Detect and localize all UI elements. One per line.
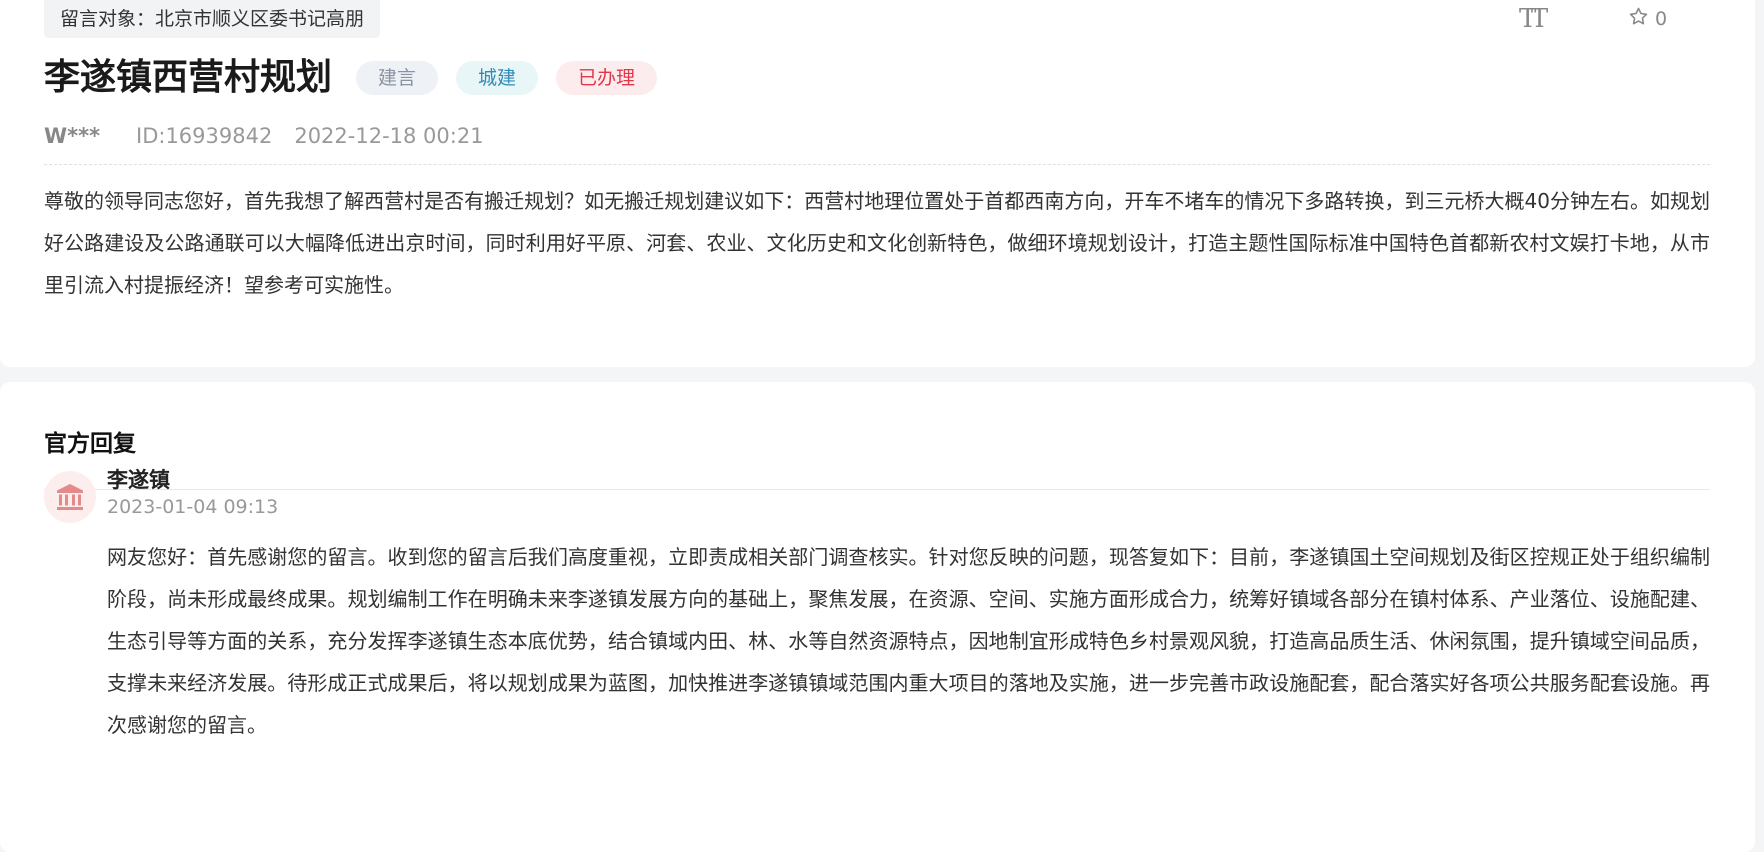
reply-heading: 官方回复 <box>44 431 136 457</box>
official-reply-card: 官方回复 李遂镇 2023-01-04 09:13 网友您好：首先感谢您的留言。… <box>0 382 1755 852</box>
question-card: 留言对象：北京市顺义区委书记高朋 TT 0 李遂镇西营村规划 建言 城建 已办理… <box>0 0 1755 367</box>
reply-org-name: 李遂镇 <box>107 468 170 492</box>
post-time: 2022-12-18 00:21 <box>294 124 484 148</box>
divider <box>44 489 1710 490</box>
message-target-label: 留言对象：北京市顺义区委书记高朋 <box>44 0 381 38</box>
message-id: ID:16939842 <box>136 124 273 148</box>
category-tag: 城建 <box>456 61 539 95</box>
page-title: 李遂镇西营村规划 <box>44 57 333 98</box>
text-size-icon[interactable]: TT <box>1519 4 1555 34</box>
favorite-count: 0 <box>1655 8 1668 30</box>
status-badge: 已办理 <box>556 61 658 95</box>
government-building-icon <box>57 484 83 510</box>
type-tag: 建言 <box>356 61 439 95</box>
reply-body: 网友您好：首先感谢您的留言。收到您的留言后我们高度重视，立即责成相关部门调查核实… <box>107 545 1710 737</box>
avatar <box>44 471 96 523</box>
message-body: 尊敬的领导同志您好，首先我想了解西营村是否有搬迁规划？如无搬迁规划建议如下：西营… <box>44 189 1710 297</box>
divider <box>44 164 1710 165</box>
favorite-button[interactable]: 0 <box>1628 6 1667 32</box>
author-name: W*** <box>44 124 101 148</box>
star-icon <box>1628 6 1649 32</box>
reply-time: 2023-01-04 09:13 <box>107 496 279 518</box>
